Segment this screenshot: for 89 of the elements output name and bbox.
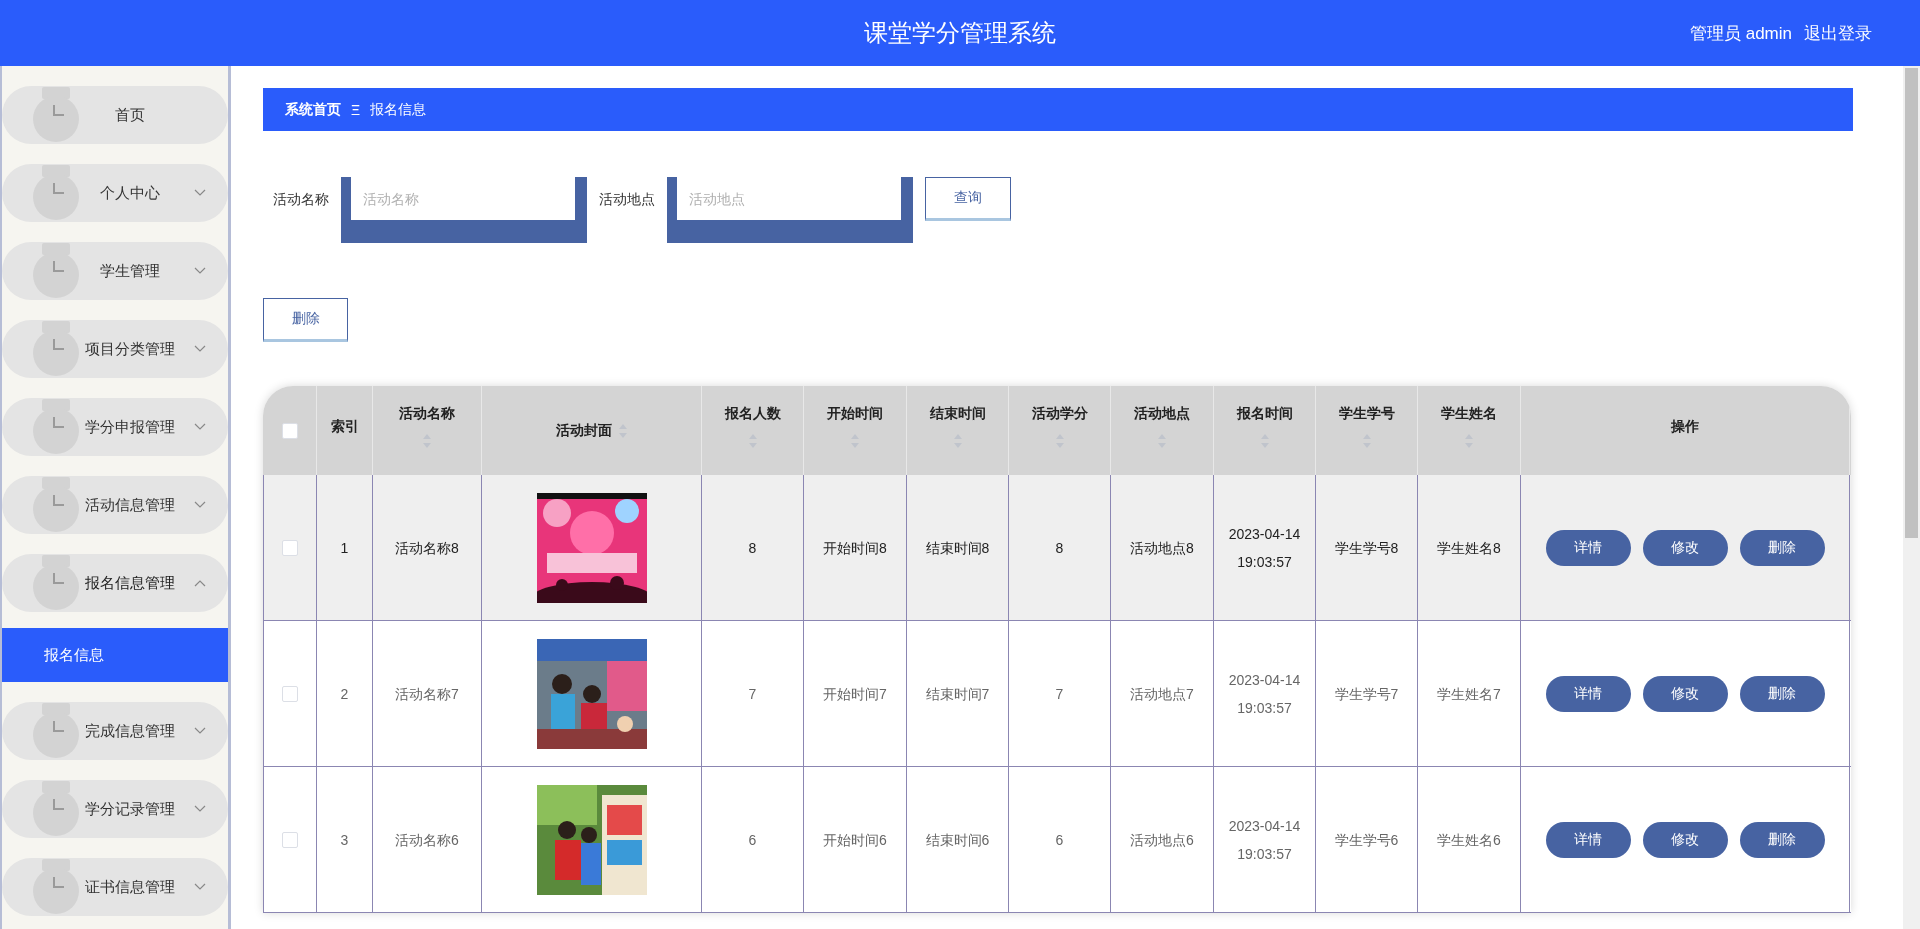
- clock-icon: [32, 703, 80, 759]
- field-label: 活动名称: [273, 190, 329, 209]
- column-header[interactable]: 学生学号: [1338, 404, 1395, 423]
- table-cell-text: 1: [340, 538, 349, 558]
- checkbox[interactable]: [282, 685, 298, 702]
- table-cell-text: 学生姓名8: [1437, 538, 1501, 558]
- menu-item[interactable]: 学生管理: [2, 242, 228, 300]
- table-cell-text: 学生学号6: [1334, 830, 1399, 850]
- action-button[interactable]: 详情: [1545, 529, 1631, 566]
- search-button[interactable]: 查询: [925, 177, 1011, 221]
- search-field[interactable]: 活动名称: [341, 177, 587, 243]
- table-cell-text: 活动地点8: [1130, 538, 1194, 558]
- scrollbar[interactable]: [1903, 66, 1920, 929]
- submenu-item[interactable]: 报名信息: [2, 628, 228, 682]
- clock-icon: [32, 399, 80, 455]
- menu-item[interactable]: 报名信息管理: [2, 554, 228, 612]
- breadcrumb-link[interactable]: 系统首页: [285, 100, 341, 119]
- field-label: 活动地点: [599, 190, 655, 209]
- checkbox[interactable]: [282, 539, 298, 556]
- menu-item[interactable]: 项目分类管理: [2, 320, 228, 378]
- table-cell-text: 结束时间7: [925, 684, 990, 704]
- menu-item[interactable]: 学分记录管理: [2, 780, 228, 838]
- table-cell-text: 学生学号7: [1334, 684, 1399, 704]
- table-cell-text: 开始时间6: [823, 830, 887, 850]
- action-button[interactable]: 修改: [1642, 529, 1728, 566]
- checkbox[interactable]: [282, 831, 298, 848]
- checkbox[interactable]: [281, 422, 298, 439]
- table-cell-text: 2023-04-14 19:03:57: [1227, 524, 1302, 572]
- table-cell-text: 8: [1055, 538, 1064, 558]
- breadcrumb-current: 报名信息: [370, 100, 427, 119]
- column-header[interactable]: 索引: [330, 417, 359, 436]
- menu-item[interactable]: 证书信息管理: [2, 858, 228, 916]
- table-cell-text: 活动名称8: [395, 538, 459, 558]
- action-button[interactable]: 删除: [1739, 529, 1825, 566]
- table-cell-text: 学生学号8: [1334, 538, 1399, 558]
- table-cell-text: 学生姓名7: [1437, 684, 1501, 704]
- column-header[interactable]: 报名人数: [724, 404, 781, 423]
- search-field[interactable]: 活动地点: [667, 177, 913, 243]
- column-header[interactable]: 活动地点: [1134, 404, 1190, 423]
- menu-item[interactable]: 个人中心: [2, 164, 228, 222]
- table-cell-text: 学生姓名6: [1437, 830, 1501, 850]
- action-button[interactable]: 详情: [1545, 821, 1631, 858]
- menu-item[interactable]: 首页: [2, 86, 228, 144]
- table-cell-text: 7: [748, 684, 757, 704]
- column-header[interactable]: 报名时间: [1236, 404, 1293, 423]
- table-cell-text: 开始时间7: [823, 684, 887, 704]
- action-button[interactable]: 详情: [1545, 675, 1631, 712]
- table-cell-text: 6: [1055, 830, 1064, 850]
- table-cell-text: 8: [748, 538, 757, 558]
- user-label: 管理员 admin: [1689, 23, 1792, 45]
- breadcrumb-separator: Ξ: [351, 101, 361, 118]
- action-button[interactable]: 修改: [1642, 675, 1728, 712]
- table-cell-text: 6: [748, 830, 757, 850]
- clock-icon: [32, 555, 80, 611]
- table-cell-text: 活动地点7: [1130, 684, 1194, 704]
- column-header[interactable]: 结束时间: [929, 404, 986, 423]
- table-cell-text: 2: [340, 684, 349, 704]
- clock-icon: [32, 165, 80, 221]
- table-cell-text: 7: [1055, 684, 1064, 704]
- delete-button[interactable]: 删除: [263, 298, 348, 342]
- logout-link[interactable]: 退出登录: [1804, 22, 1872, 45]
- column-header[interactable]: 学生姓名: [1441, 404, 1497, 423]
- table-cell-text: 活动名称7: [395, 684, 459, 704]
- column-header[interactable]: 活动名称: [399, 404, 455, 423]
- table-cell-text: 开始时间8: [823, 538, 887, 558]
- clock-icon: [32, 321, 80, 377]
- column-header[interactable]: 活动学分: [1031, 404, 1088, 423]
- table-cell-text: 活动名称6: [395, 830, 459, 850]
- clock-icon: [32, 859, 80, 915]
- table-cell-text: 3: [340, 830, 349, 850]
- column-header[interactable]: 活动封面: [555, 421, 612, 440]
- table-cell-text: 结束时间6: [925, 830, 990, 850]
- clock-icon: [32, 781, 80, 837]
- column-header[interactable]: 开始时间: [827, 404, 883, 423]
- table-cell-text: 活动地点6: [1130, 830, 1194, 850]
- clock-icon: [32, 87, 80, 143]
- table-cell-text: 结束时间8: [925, 538, 990, 558]
- clock-icon: [32, 243, 80, 299]
- table-cell-text: 2023-04-14 19:03:57: [1227, 670, 1302, 718]
- menu-item[interactable]: 学分申报管理: [2, 398, 228, 456]
- action-button[interactable]: 修改: [1642, 821, 1728, 858]
- clock-icon: [32, 477, 80, 533]
- menu-item[interactable]: 活动信息管理: [2, 476, 228, 534]
- app-title: 课堂学分管理系统: [864, 18, 1056, 48]
- menu-item[interactable]: 完成信息管理: [2, 702, 228, 760]
- action-button[interactable]: 删除: [1739, 821, 1825, 858]
- table-cell-text: 2023-04-14 19:03:57: [1227, 816, 1302, 864]
- column-header[interactable]: 操作: [1671, 417, 1699, 436]
- action-button[interactable]: 删除: [1739, 675, 1825, 712]
